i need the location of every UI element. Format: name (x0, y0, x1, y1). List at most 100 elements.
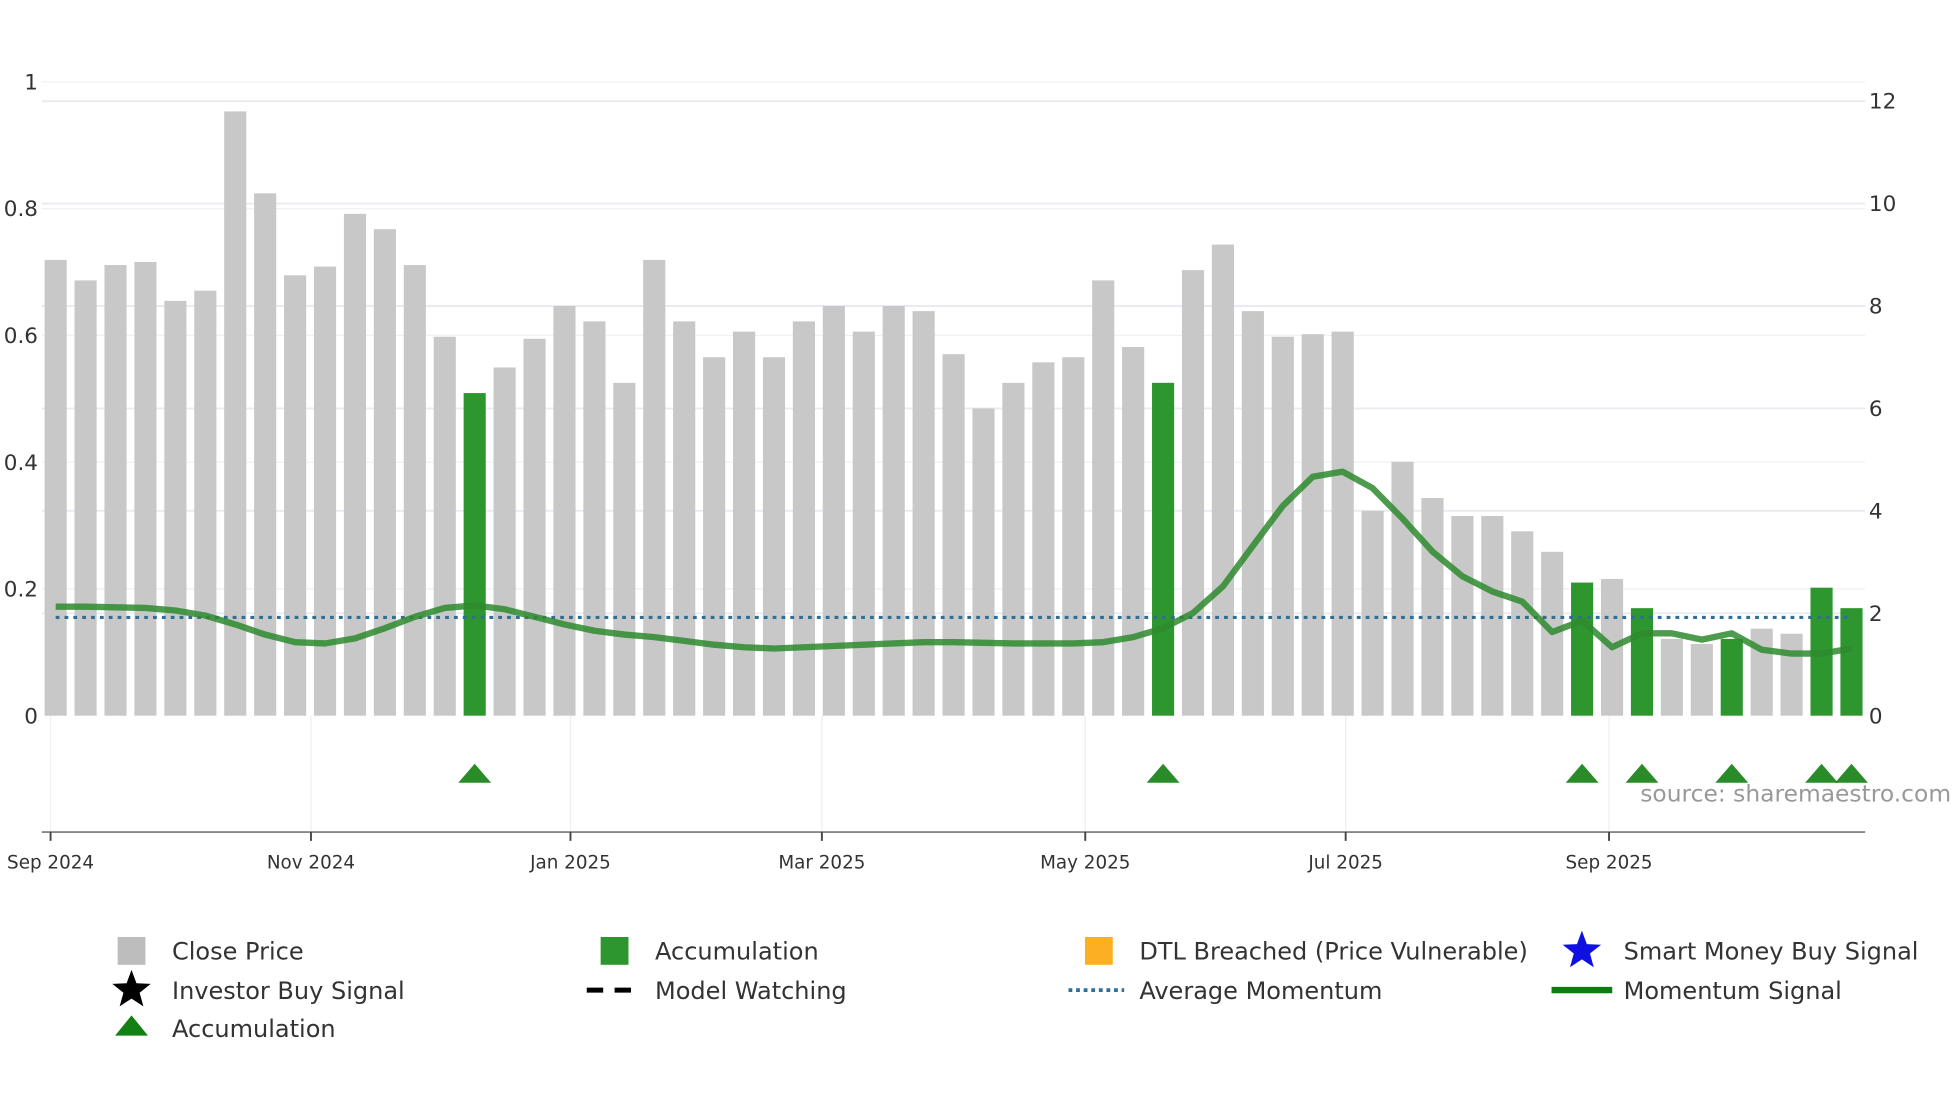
gray-square-icon (117, 936, 146, 965)
close-price-bar (1331, 331, 1354, 716)
close-price-bar (194, 290, 217, 716)
chart: 0 0.2 0.4 0.6 0.8 1 0 2 4 6 8 10 12 Sep 2024 Nov 202… (4, 70, 1951, 1043)
close-price-bar (1032, 362, 1055, 716)
accumulation-bar (1152, 382, 1175, 716)
green-square-icon (600, 936, 629, 965)
left-axis-tick-label: 1 (24, 70, 38, 95)
legend-label: Smart Money Buy Signal (1624, 938, 1919, 966)
close-price-bar (942, 354, 965, 716)
legend-item: Close Price (117, 936, 304, 966)
right-axis-tick-label: 12 (1869, 90, 1896, 115)
accumulation-bar (1571, 582, 1594, 716)
close-price-bar (1780, 633, 1803, 716)
close-price-bar (523, 338, 546, 716)
close-price-bar (104, 265, 127, 716)
right-axis-tick-label: 6 (1869, 397, 1883, 422)
x-axis: Sep 2024 Nov 2024 Jan 2025 Mar 2025 May 2025… (7, 832, 1653, 874)
legend-item: Accumulation (600, 936, 819, 966)
right-axis-tick-label: 0 (1869, 704, 1883, 729)
close-price-bar (1301, 334, 1324, 716)
close-price-bar (1660, 638, 1683, 716)
close-price-bar (164, 300, 187, 716)
close-price-bar (134, 261, 157, 716)
left-axis-tick-label: 0.6 (4, 324, 38, 349)
accumulation-triangle (458, 763, 492, 783)
close-price-bar (613, 382, 636, 716)
triangle-icon (115, 1015, 148, 1036)
right-axis: 0 2 4 6 8 10 12 (1869, 90, 1896, 730)
close-price-bar (433, 336, 456, 716)
close-price-bar (1511, 531, 1534, 716)
close-price-bar (583, 321, 606, 716)
left-axis-tick-label: 0.4 (4, 451, 38, 476)
x-axis-tick-label: Nov 2024 (267, 853, 355, 874)
close-price-bar (1002, 382, 1025, 716)
close-price-bar (1092, 280, 1115, 716)
legend-label: Accumulation (172, 1015, 336, 1043)
close-price-bar (1062, 357, 1085, 716)
close-price-bar (792, 321, 815, 716)
legend-label: Close Price (172, 938, 304, 966)
close-price-bar (643, 259, 666, 716)
close-price-bar (1211, 244, 1235, 716)
legend-label: DTL Breached (Price Vulnerable) (1139, 938, 1528, 966)
close-price-bar (44, 259, 67, 716)
close-price-bar (74, 280, 97, 716)
legend-label: Momentum Signal (1624, 977, 1842, 1005)
left-axis-tick-label: 0 (24, 704, 38, 729)
accumulation-bar (1720, 638, 1743, 716)
x-axis-tick-label: Jan 2025 (529, 853, 611, 874)
close-price-bar (673, 321, 696, 716)
left-axis-tick-label: 0.2 (4, 578, 38, 603)
legend-item: Model Watching (586, 977, 847, 1005)
close-price-bar (373, 229, 396, 716)
close-price-bar (912, 311, 935, 716)
accumulation-bar (1630, 608, 1654, 716)
legend-item: Average Momentum (1068, 977, 1382, 1005)
close-price-bar (313, 266, 337, 716)
right-axis-tick-label: 2 (1869, 602, 1883, 627)
close-price-bar (1690, 644, 1713, 716)
close-price-bar (403, 265, 426, 716)
close-price-bar (284, 275, 307, 716)
close-price-bar (1361, 510, 1384, 716)
legend-label: Accumulation (655, 938, 819, 966)
close-price-bar (822, 306, 845, 716)
source-label: source: sharemaestro.com (1640, 780, 1951, 808)
legend-label: Model Watching (655, 977, 847, 1005)
close-price-bar (1421, 498, 1444, 716)
legend-item: Investor Buy Signal (112, 969, 405, 1007)
x-axis-tick-label: Sep 2024 (7, 853, 94, 874)
close-price-bar (493, 367, 516, 716)
right-axis-tick-label: 10 (1869, 192, 1896, 217)
legend-item: Accumulation (115, 1015, 336, 1043)
legend-item: Momentum Signal (1551, 977, 1842, 1005)
black-star-icon (112, 969, 151, 1007)
close-price-bar (762, 357, 786, 716)
close-price-bar (852, 331, 875, 716)
close-price-bar (972, 408, 995, 716)
orange-square-icon (1084, 936, 1113, 965)
close-price-bar (553, 306, 576, 716)
accumulation-triangle (1146, 763, 1180, 783)
legend: Close Price Accumulation DTL Breached (Pri… (112, 930, 1919, 1043)
left-axis-tick-label: 0.8 (4, 197, 38, 222)
close-price-bar (732, 331, 756, 716)
accumulation-bar (1840, 608, 1863, 716)
blue-star-icon (1562, 930, 1602, 968)
close-price-bar (1241, 311, 1264, 716)
close-price-bar (703, 357, 726, 716)
right-axis-tick-label: 4 (1869, 499, 1883, 524)
close-price-bar (1391, 461, 1414, 716)
right-axis-tick-label: 8 (1869, 295, 1883, 320)
close-price-bar (1481, 515, 1504, 716)
legend-label: Average Momentum (1139, 977, 1382, 1005)
left-axis: 0 0.2 0.4 0.6 0.8 1 (4, 70, 38, 729)
legend-item: Smart Money Buy Signal (1562, 930, 1919, 968)
close-price-bar (1181, 270, 1205, 716)
close-price-bar (1451, 515, 1474, 716)
accumulation-bar (463, 393, 486, 716)
close-price-bar (1271, 336, 1294, 716)
close-price-bar (1122, 346, 1145, 716)
accumulation-triangle (1565, 763, 1599, 783)
